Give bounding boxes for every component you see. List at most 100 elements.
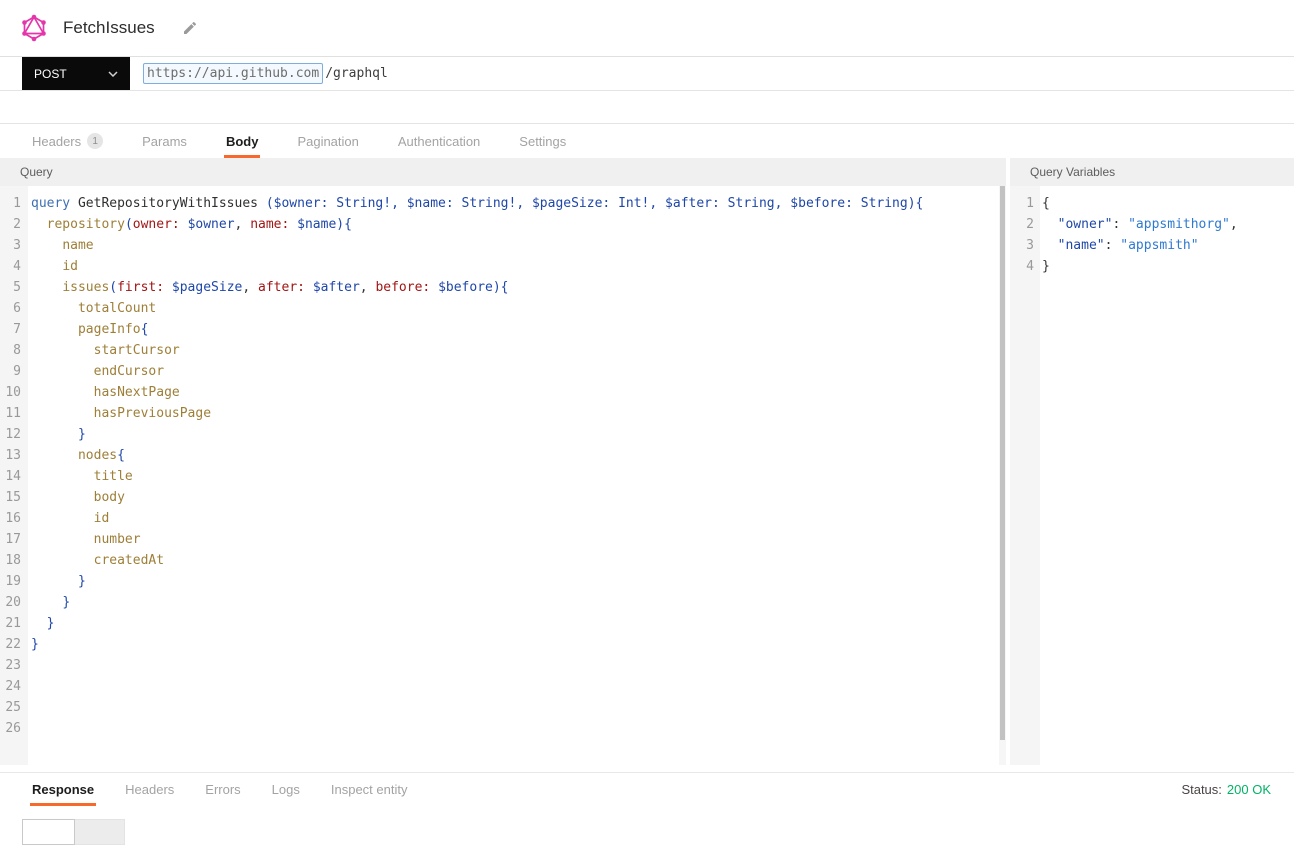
scrollbar-thumb[interactable] <box>1000 186 1005 740</box>
line-number: 1 <box>1010 193 1034 214</box>
variables-code-lines[interactable]: { "owner": "appsmithorg", "name": "appsm… <box>1040 186 1294 765</box>
line-number: 14 <box>0 466 21 487</box>
line-number: 3 <box>0 235 21 256</box>
response-section: ResponseHeadersErrorsLogsInspect entity … <box>0 772 1294 824</box>
tab-errors[interactable]: Errors <box>203 773 242 806</box>
tab-label: Inspect entity <box>331 782 408 797</box>
url-input[interactable]: https://api.github.com /graphql <box>143 57 388 90</box>
variables-panel-header: Query Variables <box>1010 158 1294 186</box>
query-code-lines[interactable]: query GetRepositoryWithIssues ($owner: S… <box>28 186 1006 765</box>
tab-authentication[interactable]: Authentication <box>396 124 482 158</box>
tab-logs[interactable]: Logs <box>270 773 302 806</box>
line-number: 11 <box>0 403 21 424</box>
line-number: 8 <box>0 340 21 361</box>
format-toggle-option-2[interactable] <box>75 819 125 845</box>
request-url-bar: POST https://api.github.com /graphql <box>0 57 1294 91</box>
tab-response[interactable]: Response <box>30 773 96 806</box>
line-number: 21 <box>0 613 21 634</box>
code-line[interactable] <box>28 676 1006 697</box>
code-line[interactable]: query GetRepositoryWithIssues ($owner: S… <box>28 193 1006 214</box>
code-line[interactable]: createdAt <box>28 550 1006 571</box>
code-line[interactable]: "owner": "appsmithorg", <box>1040 214 1294 235</box>
line-number: 16 <box>0 508 21 529</box>
format-toggle-option-1[interactable] <box>22 819 75 845</box>
code-line[interactable]: hasPreviousPage <box>28 403 1006 424</box>
app-header: FetchIssues <box>0 0 1294 57</box>
line-number: 2 <box>1010 214 1034 235</box>
code-line[interactable]: id <box>28 508 1006 529</box>
code-line[interactable]: title <box>28 466 1006 487</box>
url-datasource-segment[interactable]: https://api.github.com <box>143 63 323 84</box>
code-line[interactable]: body <box>28 487 1006 508</box>
code-line[interactable]: pageInfo{ <box>28 319 1006 340</box>
code-line[interactable]: issues(first: $pageSize, after: $after, … <box>28 277 1006 298</box>
tab-label: Authentication <box>398 134 480 149</box>
line-number: 17 <box>0 529 21 550</box>
line-number: 23 <box>0 655 21 676</box>
query-line-gutter: 1234567891011121314151617181920212223242… <box>0 186 28 765</box>
code-line[interactable]: { <box>1040 193 1294 214</box>
tab-body[interactable]: Body <box>224 124 261 158</box>
code-line[interactable]: id <box>28 256 1006 277</box>
line-number: 4 <box>1010 256 1034 277</box>
tab-label: Headers <box>32 134 81 149</box>
variables-code-editor[interactable]: 1234 { "owner": "appsmithorg", "name": "… <box>1010 186 1294 765</box>
code-line[interactable]: startCursor <box>28 340 1006 361</box>
line-number: 7 <box>0 319 21 340</box>
tab-label: Params <box>142 134 187 149</box>
response-tabs: Response Headers Errors Logs Inspect entity <box>0 773 409 806</box>
code-line[interactable]: } <box>28 634 1006 655</box>
line-number: 2 <box>0 214 21 235</box>
code-line[interactable]: hasNextPage <box>28 382 1006 403</box>
tab-label: Pagination <box>297 134 358 149</box>
query-code-editor[interactable]: 1234567891011121314151617181920212223242… <box>0 186 1006 765</box>
code-line[interactable]: } <box>28 424 1006 445</box>
status-value: 200 OK <box>1227 782 1271 797</box>
code-line[interactable]: number <box>28 529 1006 550</box>
line-number: 4 <box>0 256 21 277</box>
code-line[interactable]: nodes{ <box>28 445 1006 466</box>
line-number: 22 <box>0 634 21 655</box>
code-line[interactable]: } <box>28 613 1006 634</box>
query-panel: Query 1234567891011121314151617181920212… <box>0 158 1006 765</box>
line-number: 18 <box>0 550 21 571</box>
method-dropdown[interactable]: POST <box>22 57 130 90</box>
request-tabs: Headers 1 Params Body Pagination Authenticati… <box>0 124 1294 158</box>
code-line[interactable]: } <box>28 571 1006 592</box>
chevron-down-icon <box>108 71 118 77</box>
line-number: 26 <box>0 718 21 739</box>
tab-count-badge: 1 <box>87 133 103 149</box>
code-line[interactable] <box>28 655 1006 676</box>
tab-label: Errors <box>205 782 240 797</box>
tab-pagination[interactable]: Pagination <box>295 124 360 158</box>
code-line[interactable]: "name": "appsmith" <box>1040 235 1294 256</box>
line-number: 12 <box>0 424 21 445</box>
code-line[interactable] <box>28 697 1006 718</box>
tab-inspect-entity[interactable]: Inspect entity <box>329 773 410 806</box>
code-line[interactable]: endCursor <box>28 361 1006 382</box>
tab-params[interactable]: Params <box>140 124 189 158</box>
variables-line-gutter: 1234 <box>1010 186 1040 765</box>
code-line[interactable]: totalCount <box>28 298 1006 319</box>
method-label: POST <box>34 67 67 81</box>
tab-headers[interactable]: Headers 1 <box>30 124 105 158</box>
code-line[interactable]: name <box>28 235 1006 256</box>
tab-settings[interactable]: Settings <box>517 124 568 158</box>
edit-name-button[interactable] <box>182 20 198 36</box>
tab-headers[interactable]: Headers <box>123 773 176 806</box>
line-number: 15 <box>0 487 21 508</box>
query-panel-header: Query <box>0 158 1006 186</box>
line-number: 9 <box>0 361 21 382</box>
query-scrollbar[interactable] <box>999 186 1006 765</box>
line-number: 25 <box>0 697 21 718</box>
url-path-segment[interactable]: /graphql <box>325 66 388 81</box>
code-line[interactable]: } <box>1040 256 1294 277</box>
code-line[interactable]: repository(owner: $owner, name: $name){ <box>28 214 1006 235</box>
variables-panel: Query Variables 1234 { "owner": "appsmit… <box>1010 158 1294 765</box>
tab-label: Settings <box>519 134 566 149</box>
code-line[interactable]: } <box>28 592 1006 613</box>
tab-label: Body <box>226 134 259 149</box>
line-number: 6 <box>0 298 21 319</box>
line-number: 24 <box>0 676 21 697</box>
code-line[interactable] <box>28 718 1006 739</box>
